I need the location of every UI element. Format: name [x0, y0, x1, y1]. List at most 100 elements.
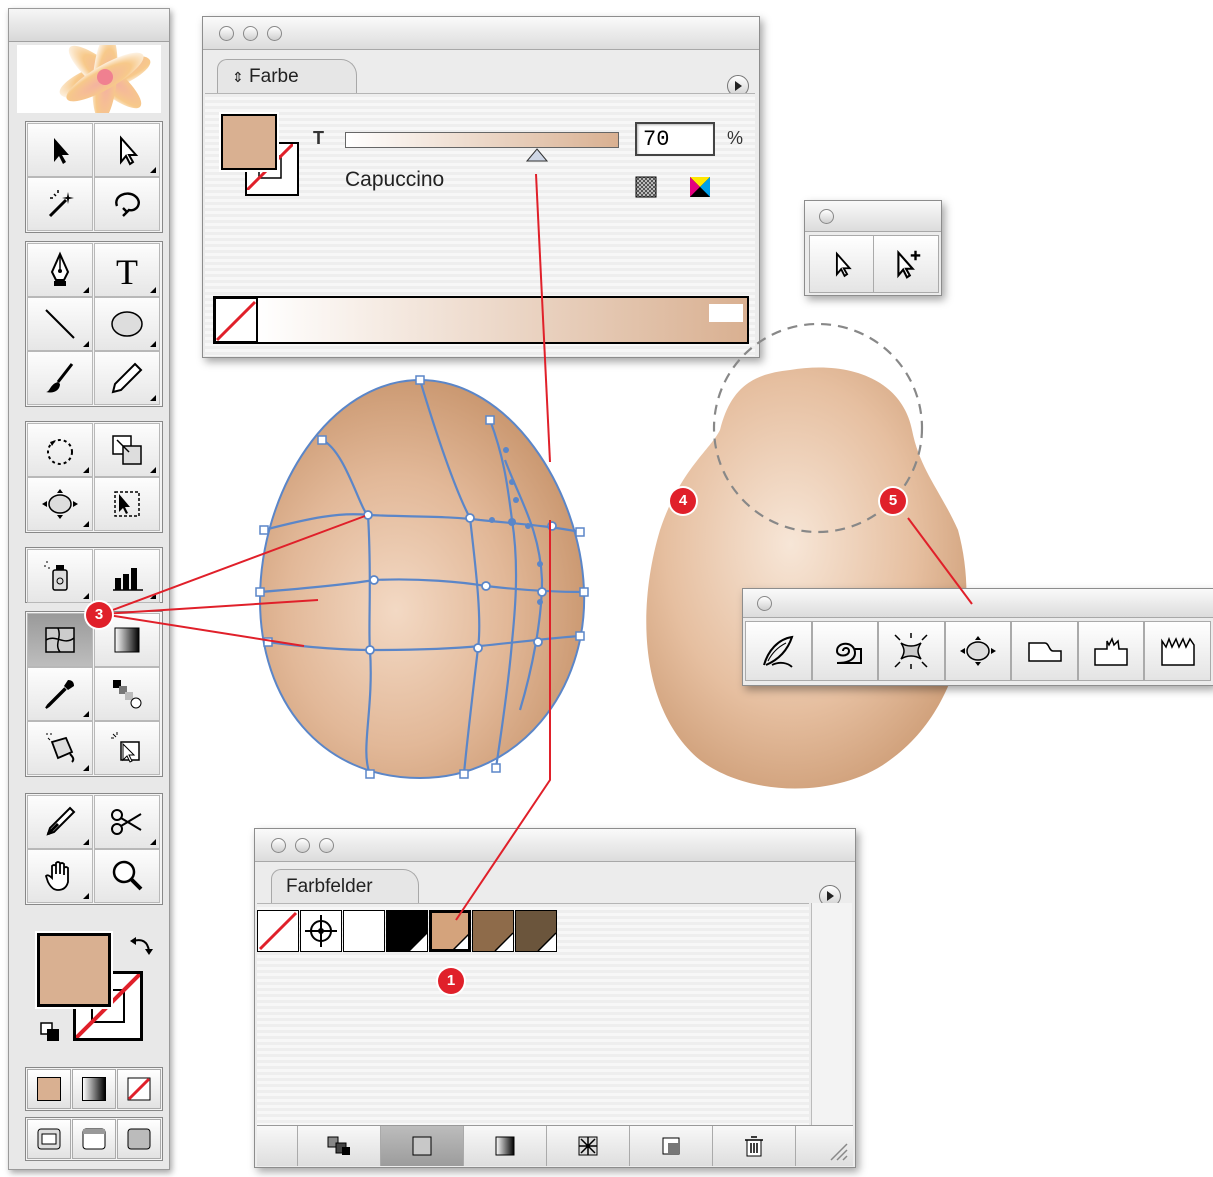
zoom-dot-icon[interactable] — [319, 838, 334, 853]
mesh-egg-artwork[interactable] — [250, 370, 600, 790]
width-tool-button[interactable] — [745, 621, 812, 681]
close-dot-icon[interactable] — [819, 209, 834, 224]
twirl-icon — [835, 642, 862, 664]
line-tool[interactable] — [27, 297, 93, 351]
tab-farbfelder-label: Farbfelder — [286, 876, 373, 897]
tint-slider-thumb-icon[interactable] — [525, 148, 548, 162]
zoom-dot-icon[interactable] — [267, 26, 282, 41]
tint-label: T — [313, 128, 324, 148]
live-paint-selection-icon — [111, 732, 140, 763]
scallop-tool-button[interactable] — [1077, 621, 1145, 681]
live-paint-selection-tool[interactable] — [94, 721, 160, 775]
color-palette-titlebar[interactable] — [203, 17, 759, 50]
ellipse-icon — [111, 311, 143, 337]
close-dot-icon[interactable] — [219, 26, 234, 41]
app-logo-flower[interactable] — [17, 45, 161, 113]
selection-mini-titlebar[interactable] — [805, 201, 941, 232]
delete-swatch-button[interactable] — [713, 1126, 796, 1166]
full-screen-mode-button[interactable] — [117, 1119, 161, 1159]
hand-tool[interactable] — [27, 849, 93, 903]
free-transform-tool[interactable] — [94, 477, 160, 531]
live-paint-bucket-tool[interactable] — [27, 721, 93, 775]
out-of-web-gamut-icon[interactable] — [635, 176, 657, 198]
color-chip-icon — [37, 1077, 61, 1101]
full-screen-menu-mode-button[interactable] — [72, 1119, 116, 1159]
zoom-tool[interactable] — [94, 849, 160, 903]
none-mode-button[interactable] — [117, 1069, 161, 1109]
twirl-tool-button[interactable] — [811, 621, 879, 681]
tools-panel: T — [8, 8, 170, 1170]
ramp-none-icon[interactable] — [215, 298, 259, 342]
close-dot-icon[interactable] — [757, 596, 772, 611]
standard-screen-icon — [37, 1128, 61, 1150]
new-swatch-button[interactable] — [630, 1126, 713, 1166]
show-all-swatches-button[interactable] — [298, 1126, 381, 1166]
swatch-color-3[interactable] — [386, 910, 428, 952]
default-fill-stroke-icon[interactable] — [39, 1021, 61, 1043]
show-pattern-swatches-button[interactable] — [547, 1126, 630, 1166]
swatches-palette-titlebar[interactable] — [255, 829, 855, 862]
rotate-tool[interactable] — [27, 423, 93, 477]
magic-wand-tool[interactable] — [27, 177, 93, 231]
show-gradient-swatches-button[interactable] — [464, 1126, 547, 1166]
tab-farbe[interactable]: ⇕ Farbe — [217, 59, 357, 93]
color-mode-button[interactable] — [27, 1069, 71, 1109]
resize-grip[interactable] — [796, 1126, 853, 1166]
pen-tool[interactable] — [27, 243, 93, 297]
minimize-dot-icon[interactable] — [243, 26, 258, 41]
free-transform-icon — [114, 491, 140, 517]
egg-artwork-reshape[interactable] — [640, 310, 980, 810]
eyedropper-icon — [45, 680, 74, 709]
selection-tool[interactable] — [27, 123, 93, 177]
crystallize-tool-button[interactable] — [1144, 621, 1212, 681]
warp-tool-button[interactable] — [944, 621, 1012, 681]
scissors-tool[interactable] — [94, 795, 160, 849]
ellipse-tool[interactable] — [94, 297, 160, 351]
swap-fill-stroke-icon[interactable] — [129, 933, 155, 959]
type-tool[interactable]: T — [94, 243, 160, 297]
eyedropper-tool[interactable] — [27, 667, 93, 721]
pattern-swatch-icon — [578, 1136, 598, 1156]
blend-tool[interactable] — [94, 667, 160, 721]
fill-swatch[interactable] — [37, 933, 111, 1007]
swatch-registration[interactable] — [300, 910, 342, 952]
pucker-tool-button[interactable] — [878, 621, 945, 681]
new-swatch-icon — [662, 1137, 680, 1155]
tab-farbfelder[interactable]: Farbfelder — [271, 869, 419, 903]
mesh-tool[interactable] — [27, 613, 93, 667]
swatch-color-6[interactable] — [515, 910, 557, 952]
swatch-none[interactable] — [257, 910, 299, 952]
close-dot-icon[interactable] — [271, 838, 286, 853]
bloat-tool-button[interactable] — [1011, 621, 1078, 681]
warp-tool[interactable] — [27, 477, 93, 531]
tint-percent-input[interactable] — [635, 122, 715, 156]
pencil-tool[interactable] — [94, 351, 160, 405]
scale-tool[interactable] — [94, 423, 160, 477]
swatch-color-2[interactable] — [343, 910, 385, 952]
standard-screen-mode-button[interactable] — [27, 1119, 71, 1159]
mini-direct-selection-button[interactable] — [809, 235, 875, 293]
direct-selection-tool[interactable] — [94, 123, 160, 177]
warp-tools-titlebar[interactable] — [743, 589, 1213, 618]
minimize-dot-icon[interactable] — [295, 838, 310, 853]
callout-badge-1: 1 — [438, 968, 464, 994]
swatch-color-5[interactable] — [472, 910, 514, 952]
symbol-sprayer-tool[interactable] — [27, 549, 93, 603]
tint-slider-track[interactable] — [345, 132, 619, 148]
crystallize-icon — [1161, 636, 1195, 666]
swatches-scrollbar[interactable] — [811, 903, 852, 1125]
cmyk-convert-icon[interactable] — [689, 176, 711, 198]
scale-icon — [112, 435, 142, 465]
svg-text:T: T — [116, 252, 138, 290]
lasso-tool[interactable] — [94, 177, 160, 231]
mini-group-selection-button[interactable] — [873, 235, 939, 293]
graph-tool[interactable] — [94, 549, 160, 603]
show-color-swatches-button[interactable] — [381, 1126, 464, 1166]
swatch-color-4[interactable] — [429, 910, 471, 952]
gradient-mode-button[interactable] — [72, 1069, 116, 1109]
slice-tool[interactable] — [27, 795, 93, 849]
tools-panel-titlebar[interactable] — [9, 9, 169, 42]
paintbrush-tool[interactable] — [27, 351, 93, 405]
color-panel-fill-swatch[interactable] — [221, 114, 277, 170]
rotate-icon — [47, 439, 73, 465]
